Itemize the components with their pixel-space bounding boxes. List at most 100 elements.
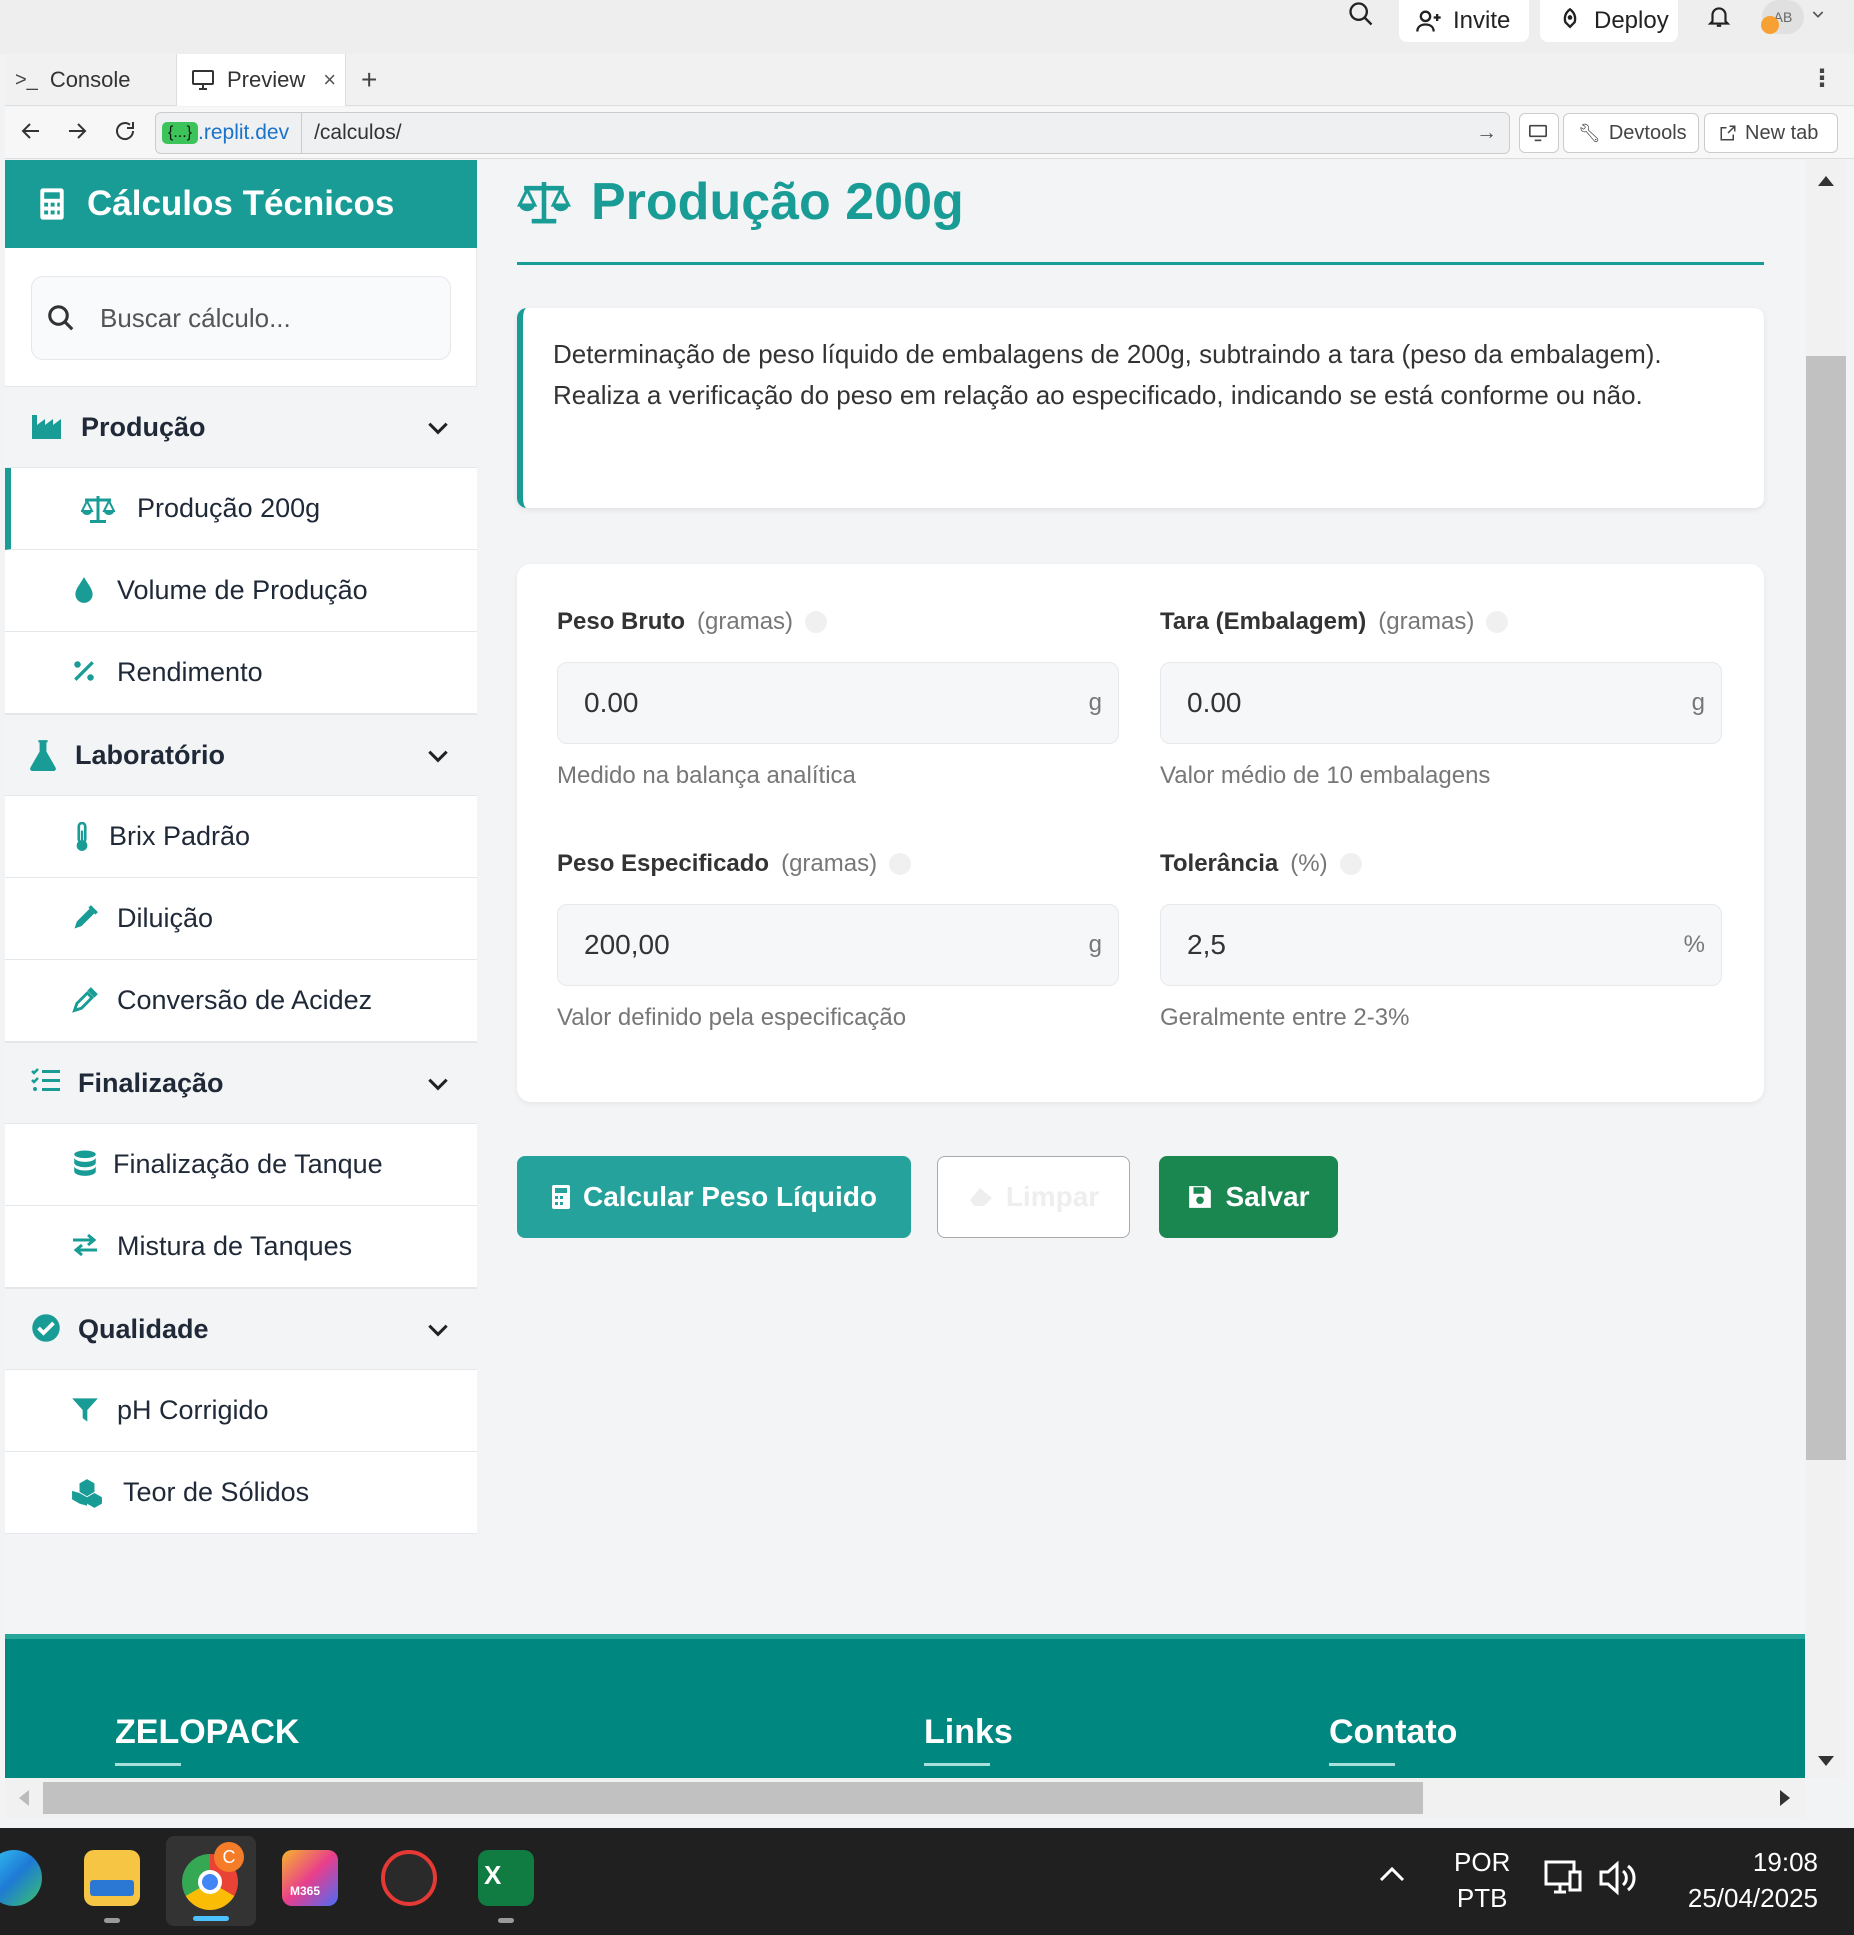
chrome-taskbar-button[interactable]: C bbox=[166, 1836, 256, 1926]
sidebar-item-conversao-acidez[interactable]: Conversão de Acidez bbox=[5, 960, 477, 1042]
tolerancia-input[interactable]: 2,5% bbox=[1160, 904, 1722, 986]
search-icon bbox=[46, 303, 76, 333]
tab-preview[interactable]: Preview × bbox=[176, 54, 346, 106]
add-tab-icon[interactable]: + bbox=[361, 64, 377, 96]
group-label: Qualidade bbox=[78, 1313, 209, 1344]
sidebar-search[interactable]: Buscar cálculo... bbox=[31, 276, 451, 360]
search-input[interactable]: Buscar cálculo... bbox=[100, 303, 291, 334]
horizontal-scrollbar[interactable] bbox=[5, 1778, 1805, 1818]
forward-arrow-icon[interactable] bbox=[65, 119, 89, 143]
clear-button[interactable]: Limpar bbox=[937, 1156, 1130, 1238]
database-icon bbox=[73, 1150, 97, 1178]
m365-icon[interactable]: M365 bbox=[282, 1850, 338, 1906]
field-unit: (gramas) bbox=[697, 608, 794, 635]
field-label: Peso Especificado bbox=[557, 850, 770, 877]
sidebar-item-label: Produção 200g bbox=[137, 493, 321, 523]
input-suffix: % bbox=[1683, 931, 1705, 958]
scroll-left-icon[interactable] bbox=[19, 1790, 29, 1806]
search-icon[interactable] bbox=[1347, 0, 1375, 28]
invite-button[interactable]: Invite bbox=[1399, 0, 1529, 42]
sidebar-item-producao-200g[interactable]: Produção 200g bbox=[5, 468, 477, 550]
chevron-down-icon[interactable] bbox=[1810, 6, 1826, 22]
field-peso-bruto: Peso Bruto (gramas) 0.00 g Medido na balan… bbox=[557, 602, 1119, 790]
chevron-down-icon bbox=[425, 1317, 451, 1343]
close-tab-icon[interactable]: × bbox=[323, 67, 336, 93]
volume-icon[interactable] bbox=[1598, 1860, 1638, 1896]
sidebar-item-rendimento[interactable]: Rendimento bbox=[5, 632, 477, 714]
site-footer: ZELOPACK Links Contato bbox=[5, 1634, 1805, 1778]
sidebar-header: Cálculos Técnicos bbox=[5, 160, 477, 248]
chevron-down-icon bbox=[425, 743, 451, 769]
devtools-button[interactable]: 🔧︎ Devtools bbox=[1563, 113, 1699, 153]
scroll-down-icon[interactable] bbox=[1818, 1756, 1834, 1766]
floppy-disk-icon bbox=[1187, 1184, 1213, 1210]
vertical-scrollbar[interactable] bbox=[1806, 160, 1846, 1778]
language-indicator[interactable]: POR PTB bbox=[1454, 1844, 1510, 1916]
info-icon[interactable] bbox=[805, 611, 828, 633]
chrome-profile-badge: C bbox=[214, 1842, 244, 1872]
back-arrow-icon[interactable] bbox=[19, 119, 43, 143]
url-domain: .replit.dev bbox=[198, 121, 290, 144]
info-icon[interactable] bbox=[1486, 611, 1509, 633]
field-label: Tolerância bbox=[1160, 850, 1279, 877]
field-help: Valor médio de 10 embalagens bbox=[1160, 762, 1491, 789]
scroll-up-icon[interactable] bbox=[1818, 176, 1834, 186]
replit-top-bar: Invite Deploy AB bbox=[0, 0, 1854, 54]
taskbar-indicator bbox=[104, 1918, 120, 1923]
language-code: POR bbox=[1454, 1847, 1511, 1877]
calculate-button[interactable]: Calcular Peso Líquido bbox=[517, 1156, 911, 1238]
network-icon[interactable] bbox=[1544, 1858, 1584, 1898]
device-toggle-button[interactable] bbox=[1519, 113, 1559, 153]
chevron-up-icon[interactable] bbox=[1378, 1864, 1406, 1884]
scroll-right-icon[interactable] bbox=[1780, 1790, 1790, 1806]
sidebar-item-brix-padrao[interactable]: Brix Padrão bbox=[5, 796, 477, 878]
sidebar-item-ph-corrigido[interactable]: pH Corrigido bbox=[5, 1370, 477, 1452]
sidebar-group-producao[interactable]: Produção bbox=[5, 386, 477, 468]
peso-bruto-input[interactable]: 0.00 g bbox=[557, 662, 1119, 744]
field-help: Valor definido pela especificação bbox=[557, 1004, 907, 1031]
info-icon[interactable] bbox=[889, 853, 912, 875]
save-button[interactable]: Salvar bbox=[1159, 1156, 1338, 1238]
sidebar-item-mistura-tanques[interactable]: Mistura de Tanques bbox=[5, 1206, 477, 1288]
sidebar-group-finalizacao[interactable]: Finalização bbox=[5, 1042, 477, 1124]
sidebar-item-diluicao[interactable]: Diluição bbox=[5, 878, 477, 960]
edge-icon[interactable] bbox=[0, 1850, 42, 1906]
info-icon[interactable] bbox=[1339, 853, 1362, 875]
reload-icon[interactable] bbox=[113, 119, 137, 143]
input-value: 0.00 bbox=[1187, 687, 1242, 718]
peso-especificado-input[interactable]: 200,00 g bbox=[557, 904, 1119, 986]
new-tab-label: New tab bbox=[1745, 121, 1819, 144]
field-label: Peso Bruto bbox=[557, 608, 686, 635]
url-field[interactable]: {...} .replit.dev /calculos/ → bbox=[155, 112, 1510, 154]
go-arrow-icon[interactable]: → bbox=[1476, 121, 1497, 145]
deploy-button[interactable]: Deploy bbox=[1540, 0, 1678, 42]
exchange-arrows-icon bbox=[71, 1232, 99, 1258]
sidebar-item-volume-producao[interactable]: Volume de Produção bbox=[5, 550, 477, 632]
check-circle-icon bbox=[31, 1313, 61, 1343]
droplet-icon bbox=[73, 576, 95, 604]
horizontal-scroll-thumb[interactable] bbox=[43, 1782, 1423, 1814]
sidebar-group-laboratorio[interactable]: Laboratório bbox=[5, 714, 477, 796]
sidebar-item-label: Mistura de Tanques bbox=[117, 1231, 353, 1261]
sidebar-item-teor-solidos[interactable]: Teor de Sólidos bbox=[5, 1452, 477, 1534]
tara-input[interactable]: 0.00 g bbox=[1160, 662, 1722, 744]
sidebar-item-label: pH Corrigido bbox=[117, 1395, 269, 1425]
new-tab-button[interactable]: New tab bbox=[1704, 113, 1838, 153]
vertical-scroll-thumb[interactable] bbox=[1806, 356, 1846, 1460]
field-help: Geralmente entre 2-3% bbox=[1160, 1004, 1410, 1031]
input-suffix: g bbox=[1088, 689, 1102, 716]
tab-console[interactable]: >_ Console bbox=[15, 54, 175, 106]
chevron-down-icon bbox=[425, 1071, 451, 1097]
filter-icon bbox=[71, 1396, 99, 1424]
excel-icon[interactable]: X bbox=[478, 1850, 534, 1906]
bell-icon[interactable] bbox=[1706, 2, 1732, 30]
pipette-icon bbox=[71, 986, 99, 1014]
sidebar-item-finalizacao-tanque[interactable]: Finalização de Tanque bbox=[5, 1124, 477, 1206]
file-explorer-icon[interactable] bbox=[84, 1850, 140, 1906]
keyboard-layout: PTB bbox=[1456, 1883, 1508, 1913]
more-options-icon[interactable]: ⋮ bbox=[1810, 64, 1834, 93]
sidebar-group-qualidade[interactable]: Qualidade bbox=[5, 1288, 477, 1370]
field-unit: (%) bbox=[1290, 850, 1328, 877]
system-clock[interactable]: 19:08 25/04/2025 bbox=[1668, 1844, 1818, 1916]
app-red-icon[interactable] bbox=[381, 1850, 437, 1906]
